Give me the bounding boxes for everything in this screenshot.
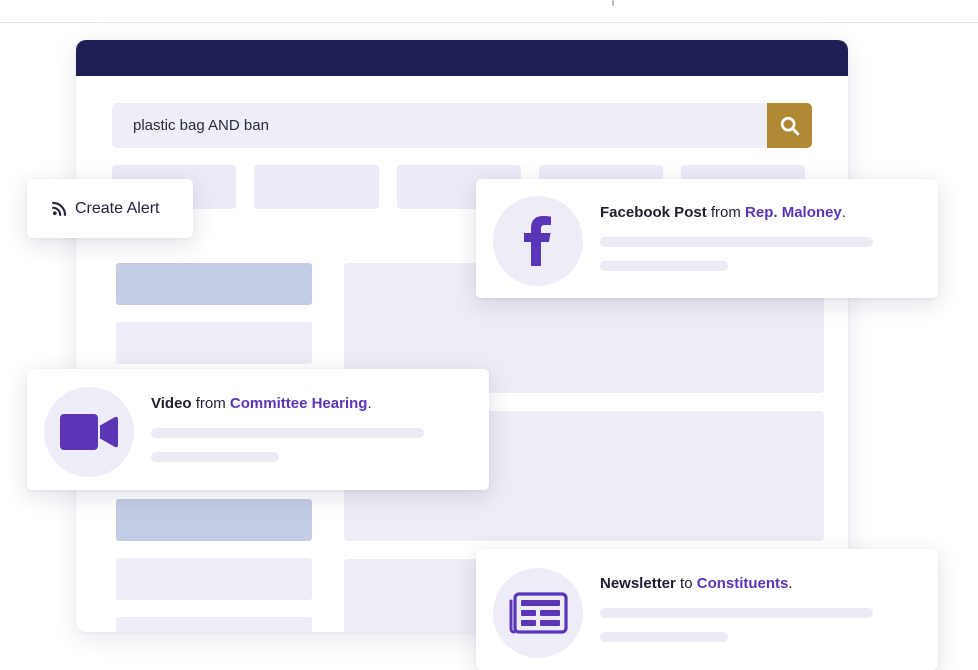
top-edge-mark: [612, 0, 614, 6]
top-divider: [0, 22, 978, 23]
newsletter-icon: [509, 592, 568, 634]
filter-chip[interactable]: [254, 165, 379, 209]
card-type: Facebook Post: [600, 204, 707, 221]
create-alert-button[interactable]: Create Alert: [27, 179, 193, 238]
card-source-link[interactable]: Rep. Maloney: [745, 204, 842, 221]
video-card-title: Video from Committee Hearing.: [151, 395, 372, 412]
search-bar[interactable]: plastic bag AND ban: [112, 103, 812, 148]
facebook-icon: [524, 216, 551, 266]
rss-icon: [52, 201, 67, 216]
placeholder-line: [600, 261, 728, 271]
app-titlebar: [76, 40, 848, 76]
icon-badge: [44, 387, 134, 477]
video-camera-icon: [60, 414, 118, 450]
search-icon: [780, 116, 799, 135]
stage: plastic bag AND ban Create Alert Faceboo…: [0, 0, 978, 670]
facebook-post-card[interactable]: Facebook Post from Rep. Maloney.: [476, 179, 938, 298]
newsletter-card-title: Newsletter to Constituents.: [600, 575, 793, 592]
sidebar-item[interactable]: [116, 322, 312, 364]
placeholder-line: [600, 608, 873, 618]
create-alert-label: Create Alert: [75, 199, 160, 217]
card-period: .: [367, 395, 372, 412]
sidebar-item[interactable]: [116, 617, 312, 632]
sidebar-item[interactable]: [116, 558, 312, 600]
icon-badge: [493, 568, 583, 658]
card-period: .: [788, 575, 793, 592]
newsletter-card[interactable]: Newsletter to Constituents.: [476, 549, 938, 670]
card-connector: from: [195, 395, 226, 412]
placeholder-line: [151, 452, 279, 462]
placeholder-line: [151, 428, 424, 438]
sidebar-item[interactable]: [116, 499, 312, 541]
card-source-link[interactable]: Constituents: [697, 575, 789, 592]
facebook-card-title: Facebook Post from Rep. Maloney.: [600, 204, 846, 221]
placeholder-line: [600, 632, 728, 642]
video-card[interactable]: Video from Committee Hearing.: [27, 369, 489, 490]
card-type: Newsletter: [600, 575, 676, 592]
placeholder-line: [600, 237, 873, 247]
card-connector: from: [710, 204, 741, 221]
card-connector: to: [680, 575, 693, 592]
icon-badge: [493, 196, 583, 286]
app-window: plastic bag AND ban: [76, 40, 848, 632]
card-type: Video: [151, 395, 192, 412]
search-button[interactable]: [767, 103, 812, 148]
card-period: .: [841, 204, 846, 221]
card-source-link[interactable]: Committee Hearing: [230, 395, 368, 412]
search-input[interactable]: plastic bag AND ban: [133, 103, 269, 148]
sidebar-item[interactable]: [116, 263, 312, 305]
